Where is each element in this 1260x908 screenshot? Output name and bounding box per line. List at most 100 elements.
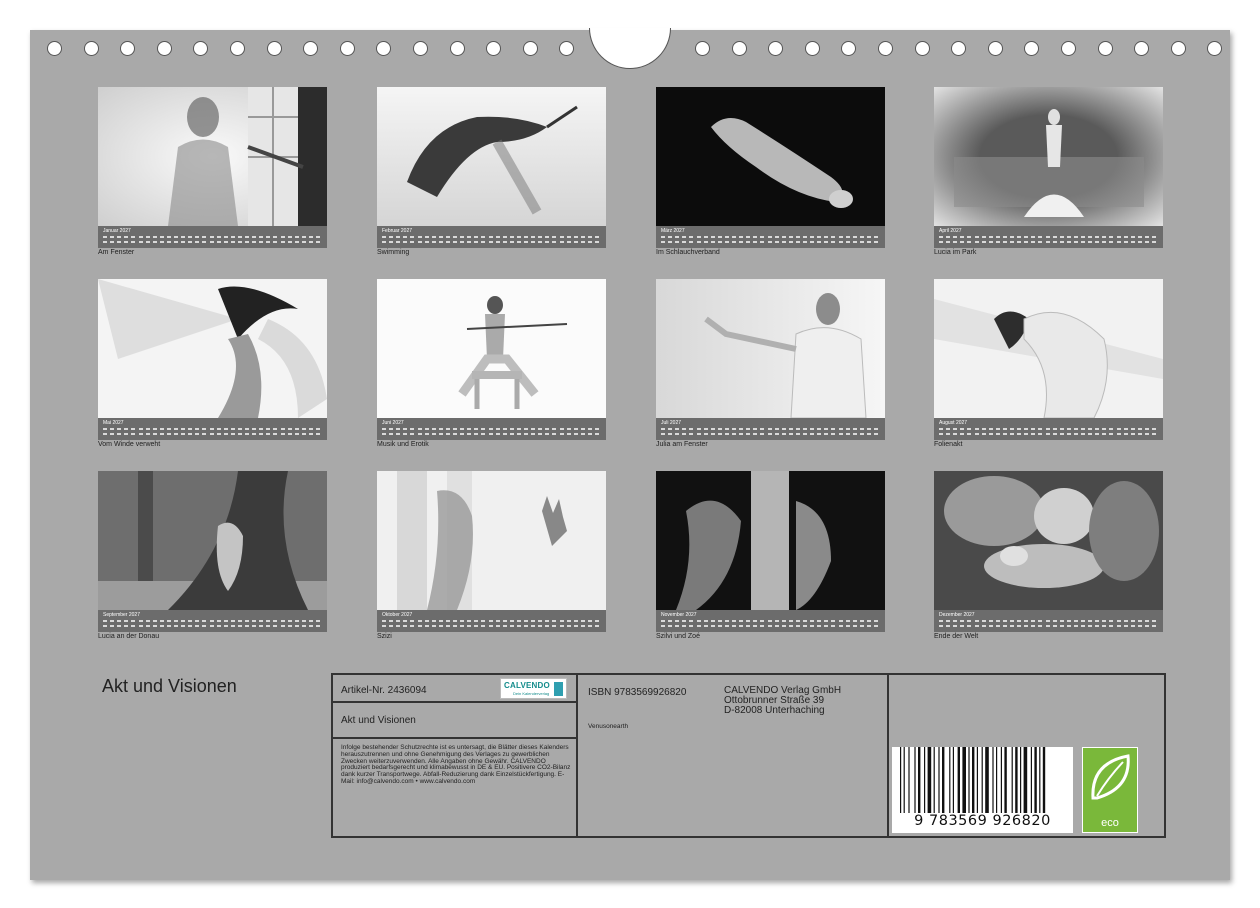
day-mark	[767, 620, 772, 622]
barcode-bar	[992, 747, 994, 813]
day-mark	[995, 428, 1000, 430]
binding-hole	[804, 41, 820, 56]
day-mark	[1130, 236, 1135, 238]
binding-hole	[376, 41, 392, 56]
binding-hole	[878, 41, 893, 56]
day-mark	[760, 433, 765, 435]
day-mark	[259, 241, 264, 243]
day-mark	[831, 428, 836, 430]
day-mark	[524, 241, 528, 243]
day-mark	[803, 241, 807, 243]
day-mark	[316, 236, 320, 238]
day-mark	[675, 625, 680, 627]
day-mark	[403, 241, 408, 243]
day-mark	[866, 433, 871, 435]
day-mark	[495, 241, 500, 243]
photo-march	[656, 87, 885, 226]
day-mark	[573, 625, 578, 627]
day-mark	[453, 428, 457, 430]
day-mark	[1116, 625, 1121, 627]
day-mark	[481, 236, 486, 238]
day-mark	[531, 433, 536, 435]
day-mark	[410, 620, 415, 622]
day-mark	[138, 236, 143, 238]
barcode-bar	[908, 747, 910, 813]
day-mark	[946, 428, 951, 430]
day-mark	[509, 620, 514, 622]
day-mark	[1045, 236, 1050, 238]
binding-hole	[768, 41, 784, 56]
month-name: Mai 2027	[103, 420, 124, 426]
day-mark	[824, 625, 829, 627]
day-mark	[545, 241, 550, 243]
day-mark	[1130, 433, 1135, 435]
day-mark	[174, 625, 178, 627]
day-mark	[852, 620, 857, 622]
day-mark	[1052, 236, 1057, 238]
day-mark	[1123, 625, 1128, 627]
day-mark	[545, 620, 550, 622]
day-mark	[431, 620, 436, 622]
photo-caption: Im Schlauchverband	[656, 249, 720, 256]
day-mark	[509, 433, 514, 435]
day-mark	[237, 428, 242, 430]
day-mark	[117, 620, 122, 622]
day-mark	[481, 428, 486, 430]
day-mark	[103, 620, 107, 622]
day-mark	[953, 620, 958, 622]
barcode-bar	[1039, 747, 1041, 813]
day-mark	[845, 241, 850, 243]
day-mark	[710, 428, 715, 430]
day-mark	[988, 433, 993, 435]
day-mark	[753, 428, 758, 430]
day-mark	[774, 241, 779, 243]
day-mark	[301, 428, 306, 430]
day-mark	[1066, 428, 1071, 430]
day-mark	[545, 625, 550, 627]
day-mark	[502, 625, 507, 627]
day-mark	[166, 241, 171, 243]
day-mark	[960, 428, 965, 430]
day-mark	[587, 433, 592, 435]
day-mark	[460, 433, 465, 435]
day-mark	[453, 236, 457, 238]
day-mark	[573, 620, 578, 622]
day-mark	[689, 625, 694, 627]
day-mark	[866, 625, 871, 627]
day-mark	[195, 620, 200, 622]
day-mark	[389, 241, 394, 243]
day-mark	[209, 241, 214, 243]
day-mark	[838, 428, 843, 430]
day-mark	[1010, 625, 1014, 627]
day-mark	[481, 625, 486, 627]
day-mark	[1088, 428, 1093, 430]
barcode-bar	[949, 747, 951, 813]
day-mark	[1102, 241, 1107, 243]
day-mark	[538, 625, 543, 627]
day-mark	[661, 625, 665, 627]
day-mark	[1010, 620, 1014, 622]
day-mark	[445, 620, 450, 622]
month-name: Juni 2027	[382, 420, 404, 426]
day-mark	[389, 625, 394, 627]
binding-hole	[841, 41, 857, 56]
day-mark	[467, 625, 472, 627]
day-mark	[417, 428, 422, 430]
legal-notice: Infolge bestehender Schutzrechte ist es …	[341, 744, 571, 785]
barcode-bar	[1011, 747, 1013, 813]
day-mark	[795, 620, 800, 622]
day-mark	[760, 428, 765, 430]
barcode-bar	[962, 747, 966, 813]
day-mark	[287, 241, 292, 243]
day-mark	[209, 620, 214, 622]
day-mark	[216, 428, 221, 430]
day-mark	[753, 620, 758, 622]
day-mark	[746, 625, 751, 627]
month-preview-september: September 2027 Lucia an der Donau	[98, 471, 327, 641]
day-mark	[874, 433, 878, 435]
day-mark	[1095, 625, 1100, 627]
day-mark	[810, 433, 815, 435]
day-mark	[396, 625, 401, 627]
day-mark	[495, 236, 500, 238]
day-mark	[703, 433, 708, 435]
